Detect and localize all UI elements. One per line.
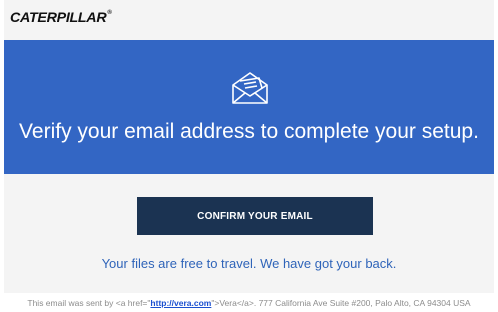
footer-suffix: ">Vera</a>. 777 California Ave Suite #20… xyxy=(211,298,471,308)
footer-link[interactable]: http://vera.com xyxy=(150,298,211,308)
logo-text: CATERPILLAR xyxy=(10,9,107,25)
footer-prefix: This email was sent by <a href=" xyxy=(27,298,151,308)
tagline: Your files are free to travel. We have g… xyxy=(101,256,397,271)
envelope-open-icon xyxy=(232,72,268,104)
confirm-email-button[interactable]: CONFIRM YOUR EMAIL xyxy=(137,197,373,235)
registered-mark: ® xyxy=(107,10,112,16)
hero-banner: Verify your email address to complete yo… xyxy=(4,40,494,174)
headline: Verify your email address to complete yo… xyxy=(19,120,479,143)
caterpillar-logo: CATERPILLAR® xyxy=(10,9,112,25)
footer: This email was sent by <a href="http://v… xyxy=(0,297,498,309)
